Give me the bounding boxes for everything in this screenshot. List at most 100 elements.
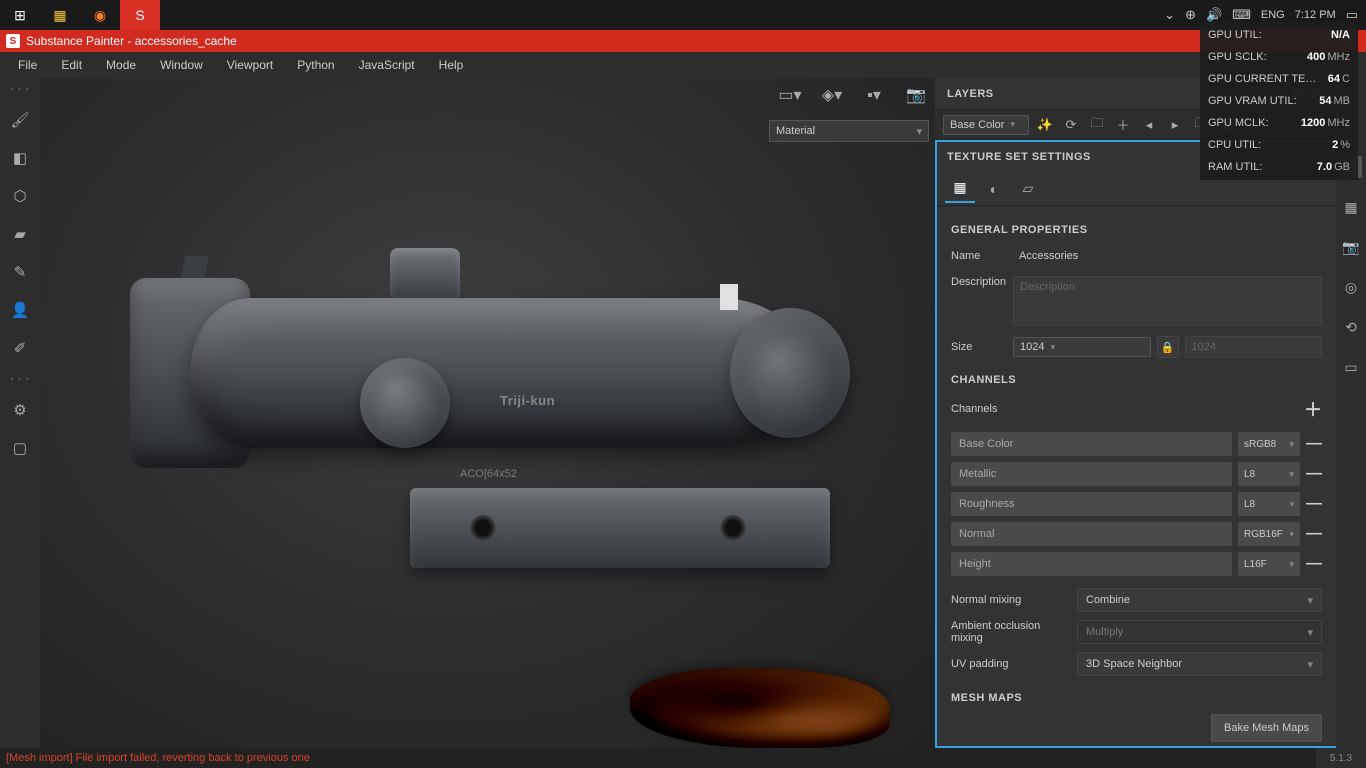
model-scope: Triji-kun ACO[64x52	[110, 238, 850, 578]
channel-name[interactable]: Normal	[951, 522, 1232, 546]
rtool-log-icon[interactable]: ▭	[1340, 356, 1362, 378]
uv-padding-dropdown[interactable]: 3D Space Neighbor	[1077, 652, 1322, 676]
channel-format-dropdown[interactable]: sRGB8	[1238, 432, 1300, 456]
menu-javascript[interactable]: JavaScript	[347, 58, 427, 72]
firefox-icon[interactable]: ◉	[80, 0, 120, 30]
size-height-input[interactable]: 1024	[1185, 336, 1323, 358]
menu-viewport[interactable]: Viewport	[215, 58, 285, 72]
rtool-world-icon[interactable]: ◎	[1340, 276, 1362, 298]
channel-row: RoughnessL8 —	[951, 492, 1322, 516]
viewport-screenshot-icon[interactable]: 📷	[903, 82, 929, 108]
left-toolbar: • • • 🖌 ◧ ⬡ ▰ ✎ 👤 ✐ • • • ⚙ ▢	[0, 78, 40, 768]
smudge-tool-icon[interactable]: ✎	[8, 260, 32, 284]
label-description: Description	[951, 276, 1013, 288]
channel-format-dropdown[interactable]: L8	[1238, 462, 1300, 486]
menu-file[interactable]: File	[6, 58, 49, 72]
viewport-camera-mode-icon[interactable]: ▭▾	[777, 82, 803, 108]
size-lock-icon[interactable]: 🔒	[1157, 336, 1179, 358]
start-button[interactable]: ⊞	[0, 0, 40, 30]
section-channels: CHANNELS	[951, 374, 1322, 386]
menu-python[interactable]: Python	[285, 58, 346, 72]
channel-row: Base ColorsRGB8 —	[951, 432, 1322, 456]
viewport-video-icon[interactable]: ▪▾	[861, 82, 887, 108]
menu-mode[interactable]: Mode	[94, 58, 148, 72]
label-normal-mixing: Normal mixing	[951, 594, 1071, 606]
gear-icon[interactable]: ⚙	[8, 398, 32, 422]
clone-tool-icon[interactable]: 👤	[8, 298, 32, 322]
window-titlebar: S Substance Painter - accessories_cache …	[0, 30, 1366, 52]
rtool-history-icon[interactable]: ⟲	[1340, 316, 1362, 338]
channel-name[interactable]: Metallic	[951, 462, 1232, 486]
viewport-cube-icon[interactable]: ◈▾	[819, 82, 845, 108]
channel-name[interactable]: Base Color	[951, 432, 1232, 456]
fill-tool-icon[interactable]: ▰	[8, 222, 32, 246]
rtool-shelf-icon[interactable]: ▦	[1340, 196, 1362, 218]
tray-network-icon[interactable]: ⊕	[1185, 7, 1196, 23]
viewport-channel-dropdown[interactable]: Material	[769, 120, 929, 142]
remove-channel-icon[interactable]: —	[1306, 495, 1322, 513]
label-size: Size	[951, 341, 1013, 353]
channel-name[interactable]: Height	[951, 552, 1232, 576]
remove-channel-icon[interactable]: —	[1306, 525, 1322, 543]
projection-tool-icon[interactable]: ⬡	[8, 184, 32, 208]
substance-taskbar-icon[interactable]: S	[120, 0, 160, 30]
layer-blendmode-dropdown[interactable]: Base Color	[943, 115, 1029, 135]
input-description[interactable]: Description	[1013, 276, 1322, 326]
gpu-osd-overlay: GPU UTIL:N/A GPU SCLK:400MHz GPU CURRENT…	[1200, 22, 1358, 180]
label-ao-mixing: Ambient occlusion mixing	[951, 620, 1071, 644]
model-engraving: ACO[64x52	[460, 468, 517, 480]
add-layer-icon[interactable]: ＋	[1113, 115, 1133, 135]
tray-notifications-icon[interactable]: ▭	[1346, 7, 1358, 23]
refresh-icon[interactable]: ⟳	[1061, 115, 1081, 135]
channel-format-dropdown[interactable]: RGB16F	[1238, 522, 1300, 546]
status-message: [Mesh import] File import failed, revert…	[6, 752, 310, 764]
magic-wand-icon[interactable]: ✨	[1035, 115, 1055, 135]
normal-mixing-dropdown[interactable]: Combine	[1077, 588, 1322, 612]
add-channel-icon[interactable]: ＋	[1304, 396, 1322, 422]
brush-tool-icon[interactable]: 🖌	[8, 108, 32, 132]
label-channels: Channels	[951, 403, 997, 415]
menu-window[interactable]: Window	[148, 58, 215, 72]
rtool-camera-icon[interactable]: 📷	[1340, 236, 1362, 258]
model-engraving: Triji-kun	[500, 393, 555, 408]
size-width-dropdown[interactable]: 1024	[1013, 337, 1151, 357]
square-tool-icon[interactable]: ▢	[8, 436, 32, 460]
status-bar: [Mesh import] File import failed, revert…	[0, 748, 1336, 768]
tray-clock[interactable]: 7:12 PM	[1295, 9, 1336, 21]
toolbar-section-label: • • •	[10, 374, 29, 384]
tss-tab-display-icon[interactable]: ◐	[979, 175, 1009, 203]
label-uv-padding: UV padding	[951, 658, 1071, 670]
tray-keyboard-icon[interactable]: ⌨	[1232, 7, 1251, 23]
channel-row: NormalRGB16F —	[951, 522, 1322, 546]
tray-language[interactable]: ENG	[1261, 9, 1285, 21]
file-explorer-icon[interactable]: ▦	[40, 0, 80, 30]
menu-help[interactable]: Help	[427, 58, 476, 72]
layer-action-icon[interactable]: ◂	[1139, 115, 1159, 135]
menu-edit[interactable]: Edit	[49, 58, 94, 72]
viewport-3d[interactable]: ▭▾ ◈▾ ▪▾ 📷 Material Triji-kun ACO[64x52	[40, 78, 935, 748]
channel-name[interactable]: Roughness	[951, 492, 1232, 516]
model-debris	[630, 668, 890, 748]
label-name: Name	[951, 250, 1013, 262]
right-toolbar: ▤ ▦ 📷 ◎ ⟲ ▭	[1336, 78, 1366, 768]
section-general: GENERAL PROPERTIES	[951, 224, 1322, 236]
tss-tab-uv-icon[interactable]: ▱	[1013, 175, 1043, 203]
remove-channel-icon[interactable]: —	[1306, 435, 1322, 453]
tray-volume-icon[interactable]: 🔊	[1206, 7, 1222, 23]
channel-row: HeightL16F —	[951, 552, 1322, 576]
channel-format-dropdown[interactable]: L8	[1238, 492, 1300, 516]
eraser-tool-icon[interactable]: ◧	[8, 146, 32, 170]
bucket-icon[interactable]: 🗀	[1087, 115, 1107, 135]
remove-channel-icon[interactable]: —	[1306, 555, 1322, 573]
tss-tab-settings-icon[interactable]: ▦	[945, 175, 975, 203]
window-title: Substance Painter - accessories_cache	[26, 34, 237, 48]
value-name: Accessories	[1013, 246, 1322, 266]
tray-chevron-icon[interactable]: ⌄	[1164, 7, 1175, 23]
remove-channel-icon[interactable]: —	[1306, 465, 1322, 483]
bake-mesh-maps-button[interactable]: Bake Mesh Maps	[1211, 714, 1322, 742]
channel-format-dropdown[interactable]: L16F	[1238, 552, 1300, 576]
picker-tool-icon[interactable]: ✐	[8, 336, 32, 360]
layer-action2-icon[interactable]: ▸	[1165, 115, 1185, 135]
section-mesh-maps: MESH MAPS	[951, 692, 1322, 704]
texture-set-settings-panel: TEXTURE SET SETTINGS ▦ ◐ ▱ GENERAL PROPE…	[935, 140, 1336, 748]
